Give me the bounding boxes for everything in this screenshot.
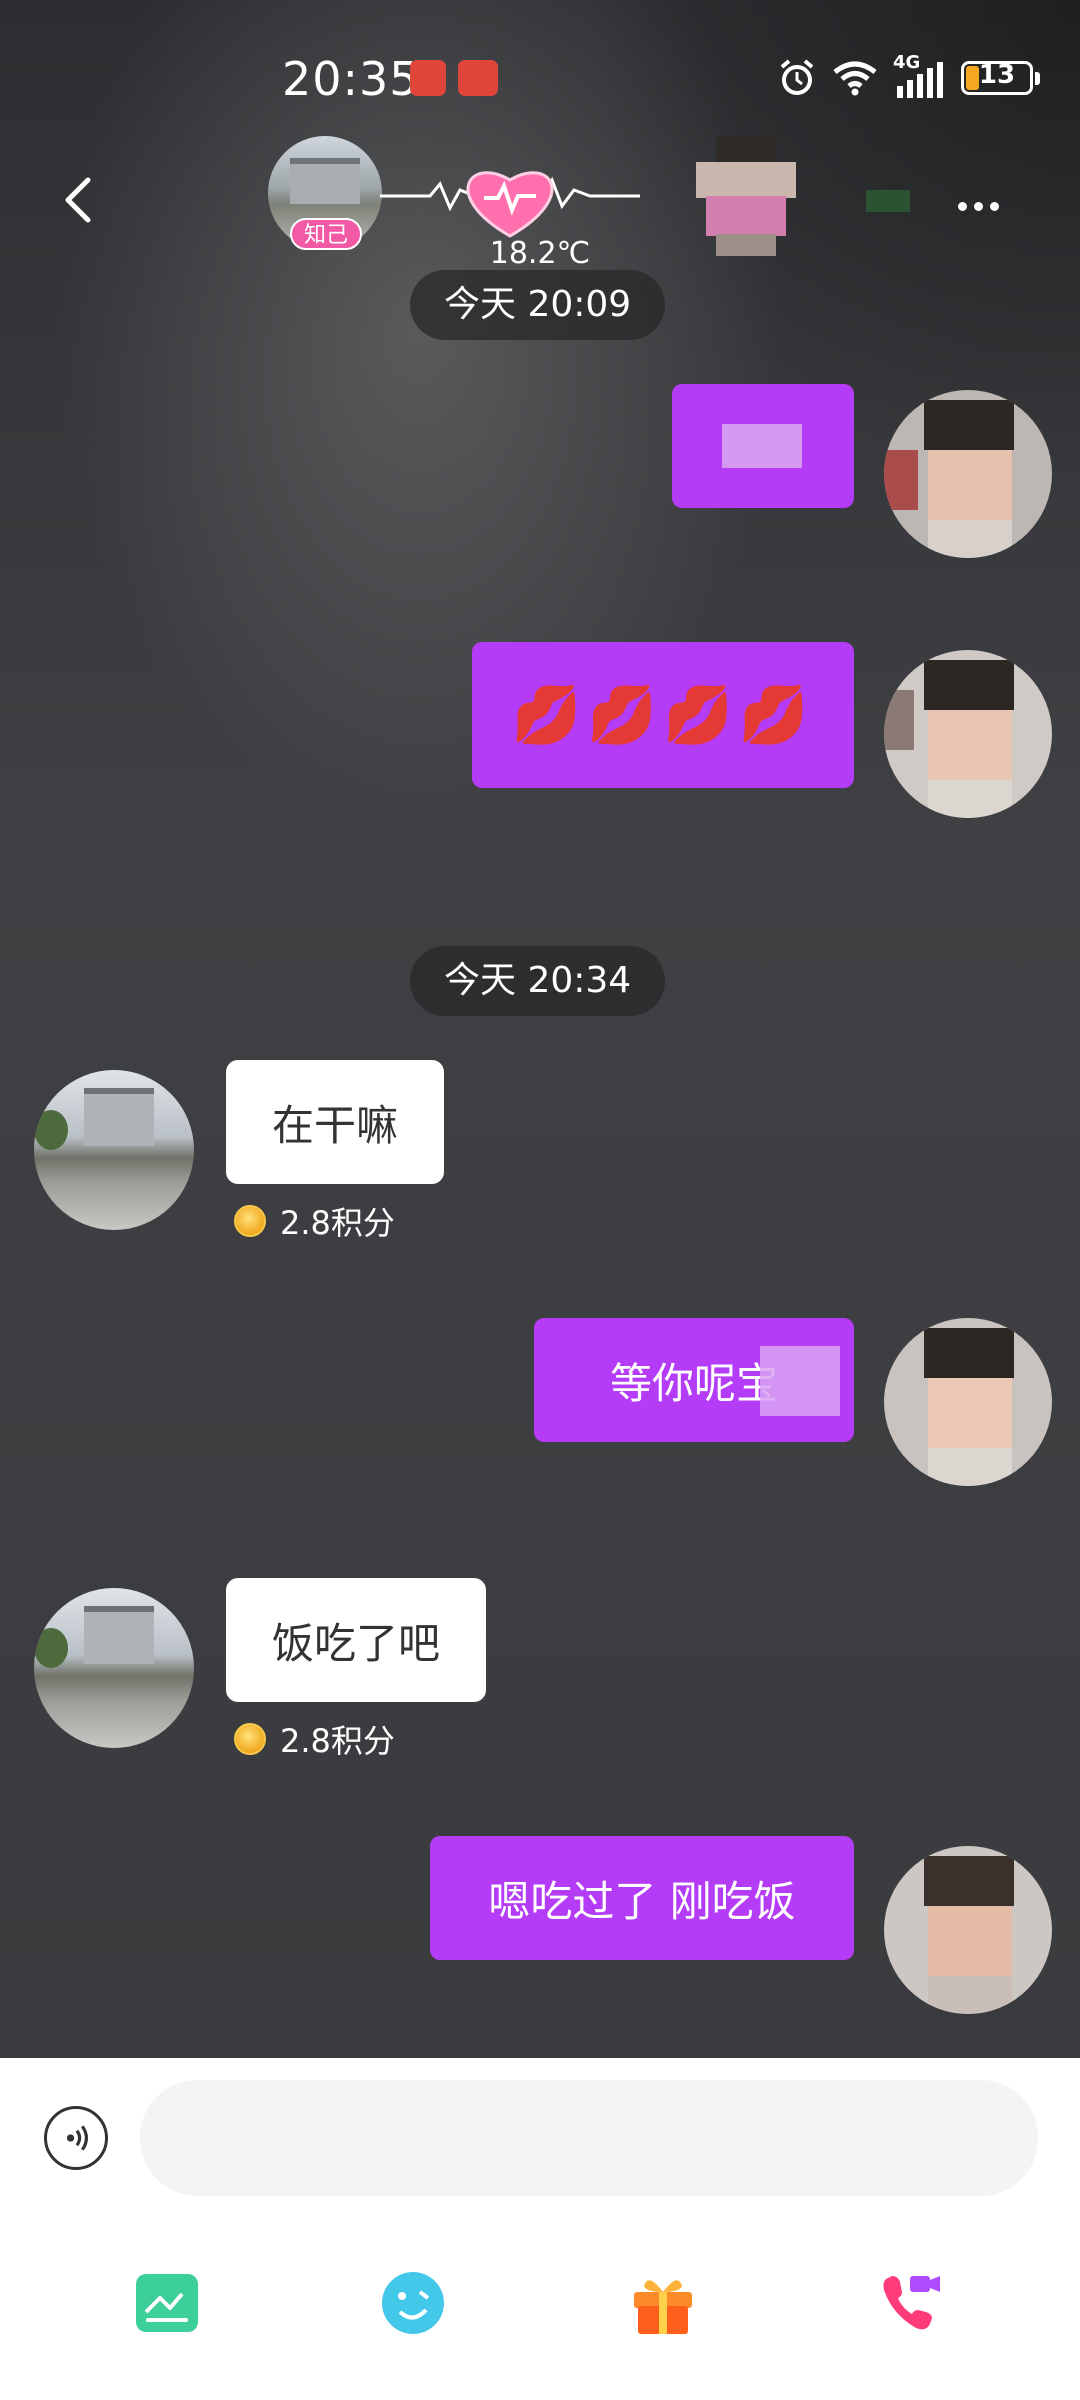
network-type: 4G	[893, 52, 921, 73]
status-bar: 20:35 4G 13	[0, 0, 1080, 160]
temperature-label: 18.2℃	[489, 236, 591, 271]
notification-icon	[410, 60, 446, 96]
voice-input-icon[interactable]	[44, 2106, 108, 2170]
coin-icon	[234, 1723, 266, 1755]
timestamp: 今天 20:09	[410, 270, 666, 340]
points-text: 2.8积分	[280, 1722, 395, 1760]
cellular-signal-icon: 4G	[893, 52, 947, 98]
back-chevron-icon[interactable]	[50, 170, 110, 230]
blurred-region	[866, 190, 910, 212]
wifi-icon	[833, 61, 877, 96]
points-reward: 2.8积分	[234, 1198, 395, 1244]
battery-level: 13	[978, 60, 1016, 90]
alarm-icon	[780, 59, 814, 95]
outgoing-message[interactable]: 等你呢宝	[534, 1318, 854, 1442]
peer-avatar[interactable]	[34, 1070, 194, 1230]
image-icon[interactable]	[132, 2268, 202, 2338]
timestamp: 今天 20:34	[410, 946, 666, 1016]
heartbeat-icon[interactable]	[380, 150, 640, 250]
points-reward: 2.8积分	[234, 1716, 395, 1762]
outgoing-message[interactable]	[672, 384, 854, 508]
message-text: 等你呢宝	[609, 1358, 778, 1408]
incoming-message[interactable]: 在干嘛	[226, 1060, 445, 1184]
more-dots-icon[interactable]	[958, 196, 1006, 215]
self-avatar[interactable]	[884, 650, 1052, 818]
self-avatar[interactable]	[884, 1318, 1052, 1486]
gift-icon[interactable]	[628, 2268, 698, 2338]
outgoing-message[interactable]: 嗯吃过了 刚吃饭	[430, 1836, 854, 1960]
video-call-icon[interactable]	[876, 2268, 946, 2338]
self-avatar[interactable]	[884, 1846, 1052, 2014]
message-input[interactable]	[140, 2080, 1038, 2196]
self-avatar[interactable]	[884, 390, 1052, 558]
huawei-notification-icon	[458, 60, 498, 96]
incoming-message[interactable]: 饭吃了吧	[226, 1578, 487, 1702]
points-text: 2.8积分	[280, 1204, 395, 1242]
peer-avatar[interactable]	[34, 1588, 194, 1748]
relationship-badge: 知己	[290, 218, 362, 250]
status-icons: 4G 13	[777, 52, 1040, 98]
coin-icon	[234, 1205, 266, 1237]
outgoing-message[interactable]: 💋💋💋💋	[472, 642, 854, 788]
self-avatar-header[interactable]	[696, 136, 796, 260]
emoji-icon[interactable]	[378, 2268, 448, 2338]
status-time: 20:35	[282, 52, 420, 106]
battery-icon: 13	[961, 60, 1033, 95]
